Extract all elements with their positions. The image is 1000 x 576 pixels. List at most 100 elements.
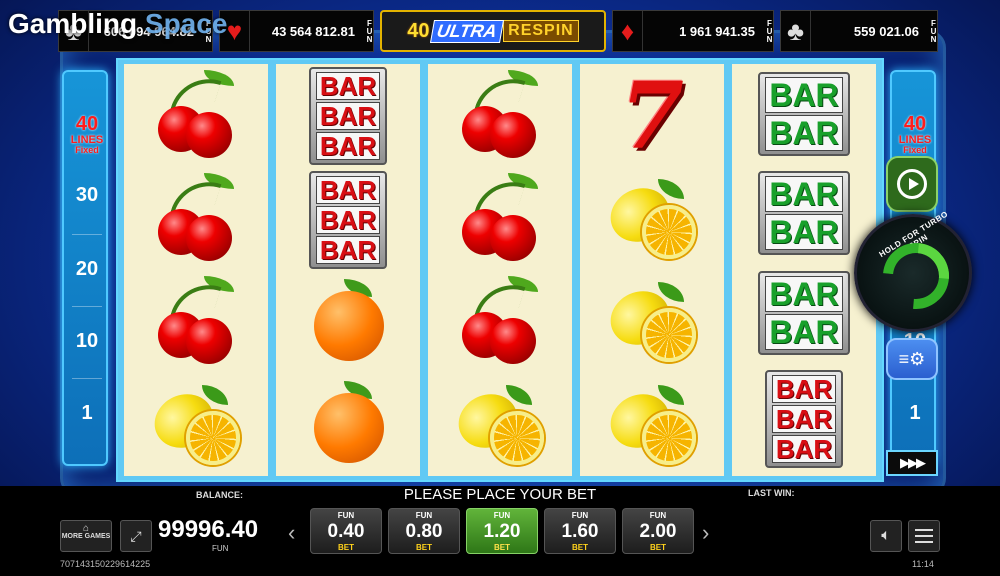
lemon-icon [601, 274, 700, 370]
jackpot-diamond: ♦ 1 961 941.35 FUN [612, 10, 774, 52]
reel: 7 [580, 64, 724, 476]
menu-icon [915, 529, 933, 531]
lemon-icon [601, 377, 700, 473]
reel [124, 64, 268, 476]
settings-gear-icon: ≡⚙ [898, 348, 926, 369]
cherry-icon [148, 68, 244, 164]
bet-label: BET [650, 543, 666, 552]
bet-prev-arrow-icon[interactable]: ‹ [288, 520, 295, 546]
bet-value: 1.20 [483, 521, 521, 542]
triple-bar-icon: BAR BAR BAR [764, 370, 844, 469]
jackpot-currency: FUN [365, 19, 374, 43]
menu-button[interactable] [908, 520, 940, 552]
bet-button[interactable]: FUN 1.60 BET [544, 508, 616, 554]
line-divider [72, 234, 102, 235]
bet-button[interactable]: FUN 0.40 BET [310, 508, 382, 554]
lines-badge: 40 LINES Fixed [892, 114, 938, 155]
bet-button[interactable]: FUN 0.80 BET [388, 508, 460, 554]
lemon-icon [145, 377, 244, 473]
fast-forward-button[interactable]: ▶▶▶ [886, 450, 938, 476]
jackpot-currency: FUN [765, 19, 774, 43]
watermark-logo: Gambling Space [8, 8, 227, 40]
game-stage: ♣ 606 094 964.82 FUN ♥ 43 564 812.81 FUN… [0, 0, 1000, 576]
logo-ultra: ULTRA [429, 19, 504, 43]
orange-icon [300, 377, 396, 473]
last-win-label: LAST WIN: [748, 488, 795, 498]
lines-count: 40 [903, 113, 927, 135]
autoplay-button[interactable] [886, 156, 938, 212]
sound-button[interactable]: 🔈︎ [870, 520, 902, 552]
bet-currency: FUN [571, 511, 589, 520]
spin-arrow-icon-2 [869, 229, 963, 323]
bet-currency: FUN [493, 511, 511, 520]
jackpot-value: 43 564 812.81 [271, 23, 355, 39]
lemon-icon [449, 377, 548, 473]
cherry-icon [452, 68, 548, 164]
bet-label: BET [338, 543, 354, 552]
bet-value: 0.80 [405, 521, 443, 542]
lines-panel-left: 40 LINES Fixed 30 20 10 1 [62, 70, 108, 466]
jackpot-currency: FUN [929, 19, 938, 43]
cherry-icon [452, 274, 548, 370]
double-bar-icon: BAR BAR [758, 270, 850, 355]
lines-badge: 40 LINES Fixed [64, 114, 110, 155]
settings-button[interactable]: ≡⚙ [886, 338, 938, 380]
diamond-icon: ♦ [613, 11, 643, 51]
reel: BAR BAR BAR BAR BAR BAR [276, 64, 420, 476]
bet-next-arrow-icon[interactable]: › [702, 520, 709, 546]
more-games-button[interactable]: ⌂ MORE GAMES [60, 520, 112, 552]
bet-button-selected[interactable]: FUN 1.20 BET [466, 508, 538, 554]
bet-label: BET [416, 543, 432, 552]
spin-button[interactable]: HOLD FOR TURBO SPIN [854, 209, 972, 332]
line-number: 20 [75, 258, 99, 280]
jackpot-value: 559 021.06 [853, 23, 919, 39]
logo-number: 40 [407, 19, 430, 42]
more-games-label: MORE GAMES [61, 533, 111, 540]
balance-label: BALANCE: [196, 490, 243, 500]
seven-icon: 7 [619, 61, 684, 170]
line-divider [72, 306, 102, 307]
watermark-part1: Gambling [8, 8, 138, 39]
reels-area: BAR BAR BAR BAR BAR BAR 7 BAR BAR BAR BAR BAR BAR BAR… [116, 58, 884, 482]
balance-value: 99996.40 [158, 516, 259, 543]
fast-forward-icon: ▶▶▶ [900, 455, 926, 470]
home-icon: ⌂ [82, 523, 90, 534]
menu-icon [915, 541, 933, 543]
line-number: 10 [75, 330, 99, 352]
fullscreen-button[interactable]: ⤢ [120, 520, 152, 552]
line-number: 1 [909, 402, 921, 424]
clock: 11:14 [912, 559, 934, 569]
double-bar-icon: BAR BAR [758, 71, 850, 156]
line-divider [72, 378, 102, 379]
reel [428, 64, 572, 476]
bet-currency: FUN [649, 511, 667, 520]
bet-label: BET [494, 543, 510, 552]
lines-fixed: Fixed [75, 145, 99, 155]
bet-label: BET [572, 543, 588, 552]
autoplay-icon [897, 169, 927, 199]
bet-currency: FUN [337, 511, 355, 520]
bet-value: 0.40 [327, 521, 365, 542]
menu-icon [915, 535, 933, 537]
club-icon: ♣ [781, 11, 811, 51]
bet-button[interactable]: FUN 2.00 BET [622, 508, 694, 554]
lines-count: 40 [75, 113, 99, 135]
ticket-id: 707143150229614225 [60, 559, 151, 569]
bet-value: 2.00 [639, 521, 677, 542]
jackpot-heart: ♥ 43 564 812.81 FUN [219, 10, 374, 52]
triple-bar-icon: BAR BAR BAR [308, 67, 388, 165]
double-bar-icon: BAR BAR [758, 171, 850, 256]
status-message: PLEASE PLACE YOUR BET [403, 486, 597, 503]
speaker-icon: 🔈︎ [881, 527, 891, 544]
bet-currency: FUN [415, 511, 433, 520]
line-number: 1 [81, 402, 93, 424]
bet-value: 1.60 [561, 521, 599, 542]
cherry-icon [148, 274, 244, 370]
jackpot-value: 1 961 941.35 [679, 23, 755, 39]
fullscreen-icon: ⤢ [130, 527, 142, 544]
logo-respin: RESPIN [503, 20, 579, 42]
bottom-bar: BALANCE: PLEASE PLACE YOUR BET LAST WIN:… [0, 486, 1000, 576]
lemon-icon [601, 171, 700, 267]
watermark-part2: Space [144, 8, 228, 39]
lines-fixed: Fixed [903, 145, 927, 155]
